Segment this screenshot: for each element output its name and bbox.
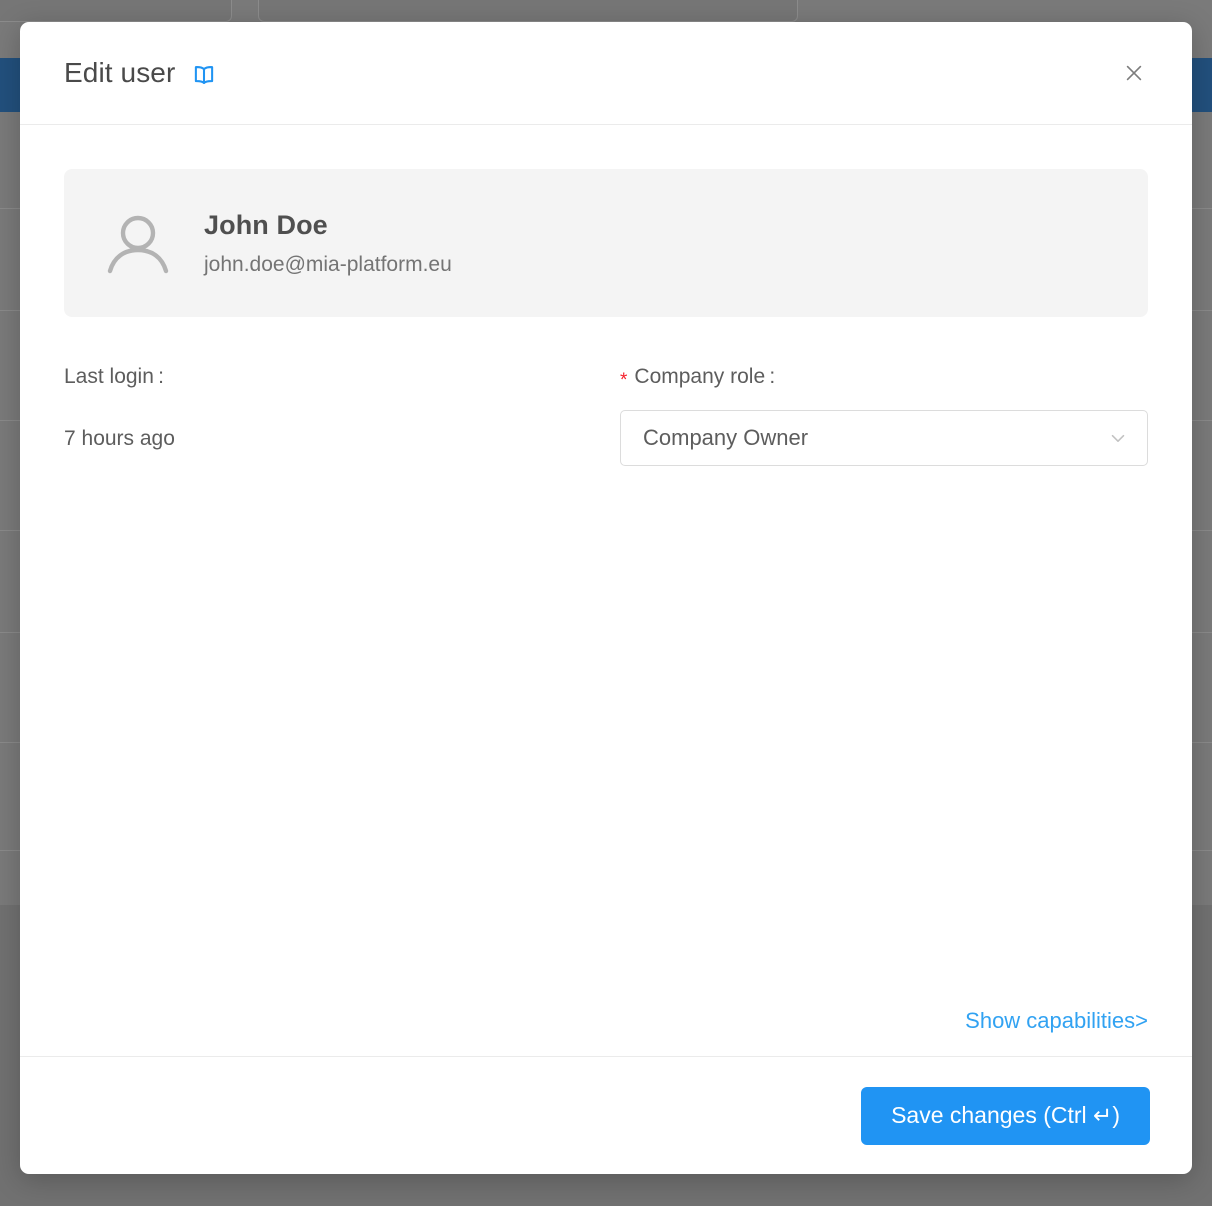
company-role-label-text: Company role : xyxy=(634,365,775,389)
user-form: Last login : 7 hours ago * Company role … xyxy=(64,363,1148,466)
book-open-icon[interactable] xyxy=(191,62,217,88)
save-changes-button[interactable]: Save changes (Ctrl ↵) xyxy=(861,1087,1150,1145)
user-name: John Doe xyxy=(204,210,452,241)
user-avatar-icon xyxy=(100,205,176,281)
chevron-down-icon xyxy=(1107,427,1129,449)
dialog-header: Edit user xyxy=(20,22,1192,125)
user-email: john.doe@mia-platform.eu xyxy=(204,253,452,277)
page-title: Edit user xyxy=(64,57,175,89)
show-capabilities-link[interactable]: Show capabilities> xyxy=(965,1008,1148,1034)
required-asterisk: * xyxy=(620,371,627,390)
capabilities-row: Show capabilities> xyxy=(965,1008,1148,1034)
last-login-value: 7 hours ago xyxy=(64,427,606,451)
company-role-selected-value: Company Owner xyxy=(643,425,808,451)
last-login-field: Last login : 7 hours ago xyxy=(64,363,606,466)
close-icon[interactable] xyxy=(1116,55,1152,91)
dialog-footer: Save changes (Ctrl ↵) xyxy=(20,1056,1192,1174)
user-summary-card: John Doe john.doe@mia-platform.eu xyxy=(64,169,1148,317)
dialog-body: John Doe john.doe@mia-platform.eu Last l… xyxy=(20,125,1192,1056)
background-search-pill xyxy=(258,0,798,22)
edit-user-dialog: Edit user John Doe john. xyxy=(20,22,1192,1174)
company-role-label: * Company role : xyxy=(620,363,1148,391)
company-role-field: * Company role : Company Owner xyxy=(606,363,1148,466)
company-role-select[interactable]: Company Owner xyxy=(620,410,1148,466)
background-toolbar-pill-left xyxy=(0,0,232,22)
last-login-label: Last login : xyxy=(64,363,606,391)
